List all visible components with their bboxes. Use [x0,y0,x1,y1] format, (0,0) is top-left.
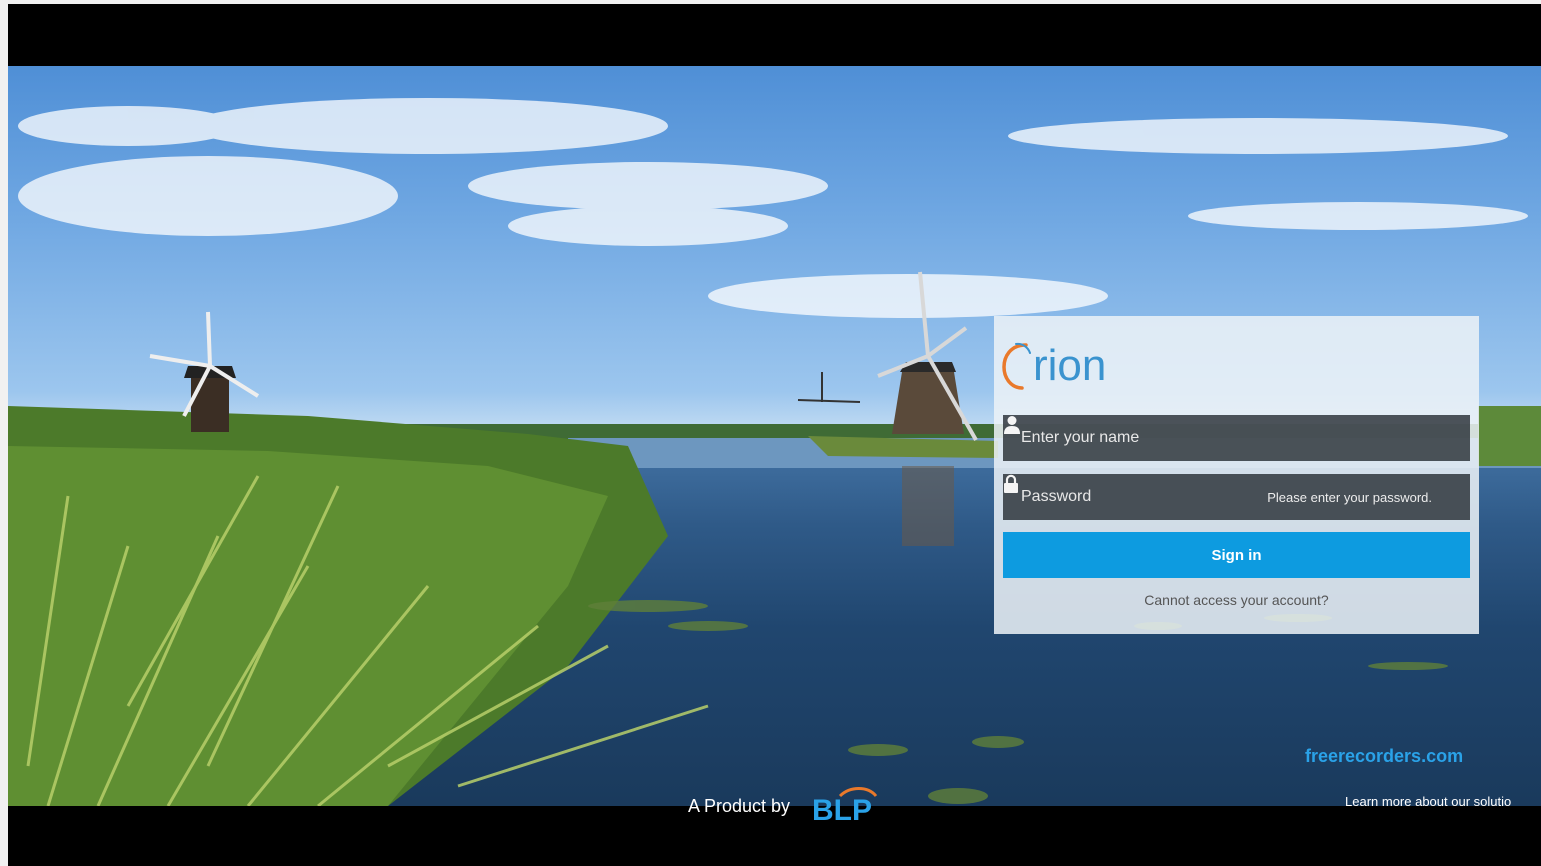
cannot-access-link[interactable]: Cannot access your account? [994,592,1479,608]
sign-in-button[interactable]: Sign in [1003,532,1470,578]
freerecorders-link[interactable]: freerecorders.com [1305,746,1463,767]
password-hint: Please enter your password. [1267,489,1432,505]
logo-o-mark [1002,341,1032,391]
lock-icon [1004,474,1460,508]
password-input[interactable] [1019,487,1268,507]
product-by: A Product by BLP [688,786,882,826]
screen-frame: rion Please enter your password. [8,4,1541,866]
learn-more-text: Learn more about our solutio [1345,794,1512,809]
product-by-label: A Product by [688,795,791,816]
password-field-container: Please enter your password. [1003,474,1470,520]
blp-logo: BLP [812,787,878,826]
background-scene: rion Please enter your password. [8,66,1541,806]
blp-logo-text: BLP [812,794,872,826]
orion-logo: rion [1002,336,1106,396]
name-input[interactable] [1019,428,1440,448]
login-panel: rion Please enter your password. [994,316,1479,634]
name-field-container [1003,415,1470,461]
logo-text: rion [1033,341,1107,390]
user-icon [1004,416,1460,449]
